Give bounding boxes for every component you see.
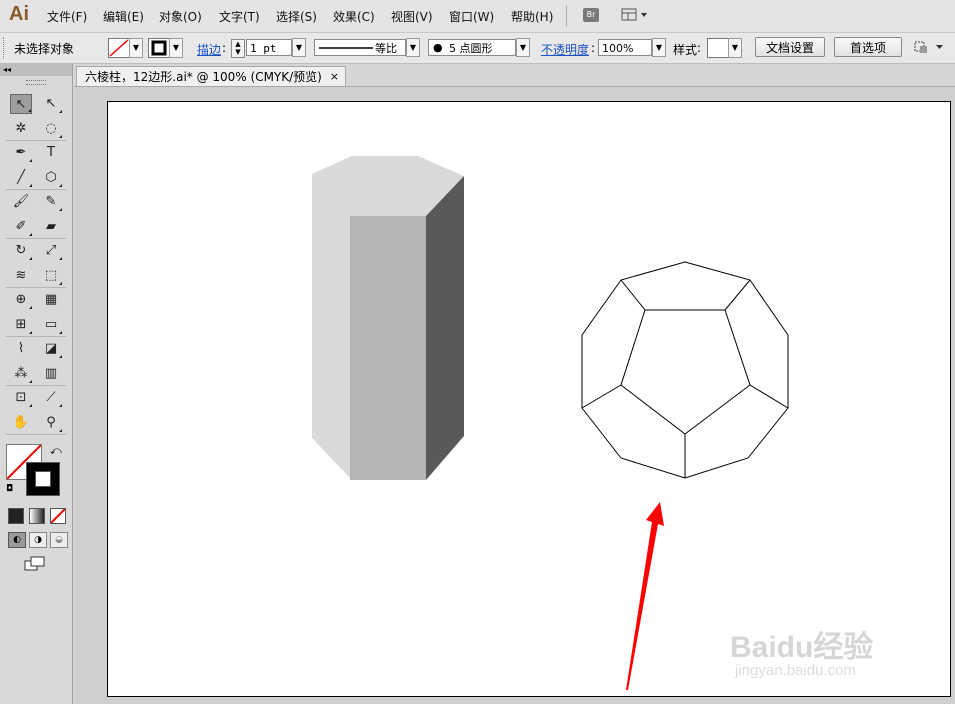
- dodecahedron-edge: [581, 384, 622, 409]
- dodecahedron-drawing[interactable]: [581, 261, 789, 479]
- red-annotation-arrow: [626, 502, 664, 690]
- artwork-layer: [312, 156, 789, 690]
- prism-left-face[interactable]: [312, 174, 352, 480]
- dodecahedron-edge: [620, 279, 646, 311]
- prism-right-face[interactable]: [426, 176, 464, 480]
- dodecahedron-edge: [749, 384, 789, 409]
- dodecahedron-edge: [724, 279, 751, 311]
- baidu-watermark-url: jingyan.baidu.com: [735, 662, 856, 679]
- dodecahedron-center-face: [620, 309, 751, 435]
- baidu-watermark: Baidu经验: [730, 631, 874, 664]
- prism-front-face[interactable]: [350, 216, 426, 480]
